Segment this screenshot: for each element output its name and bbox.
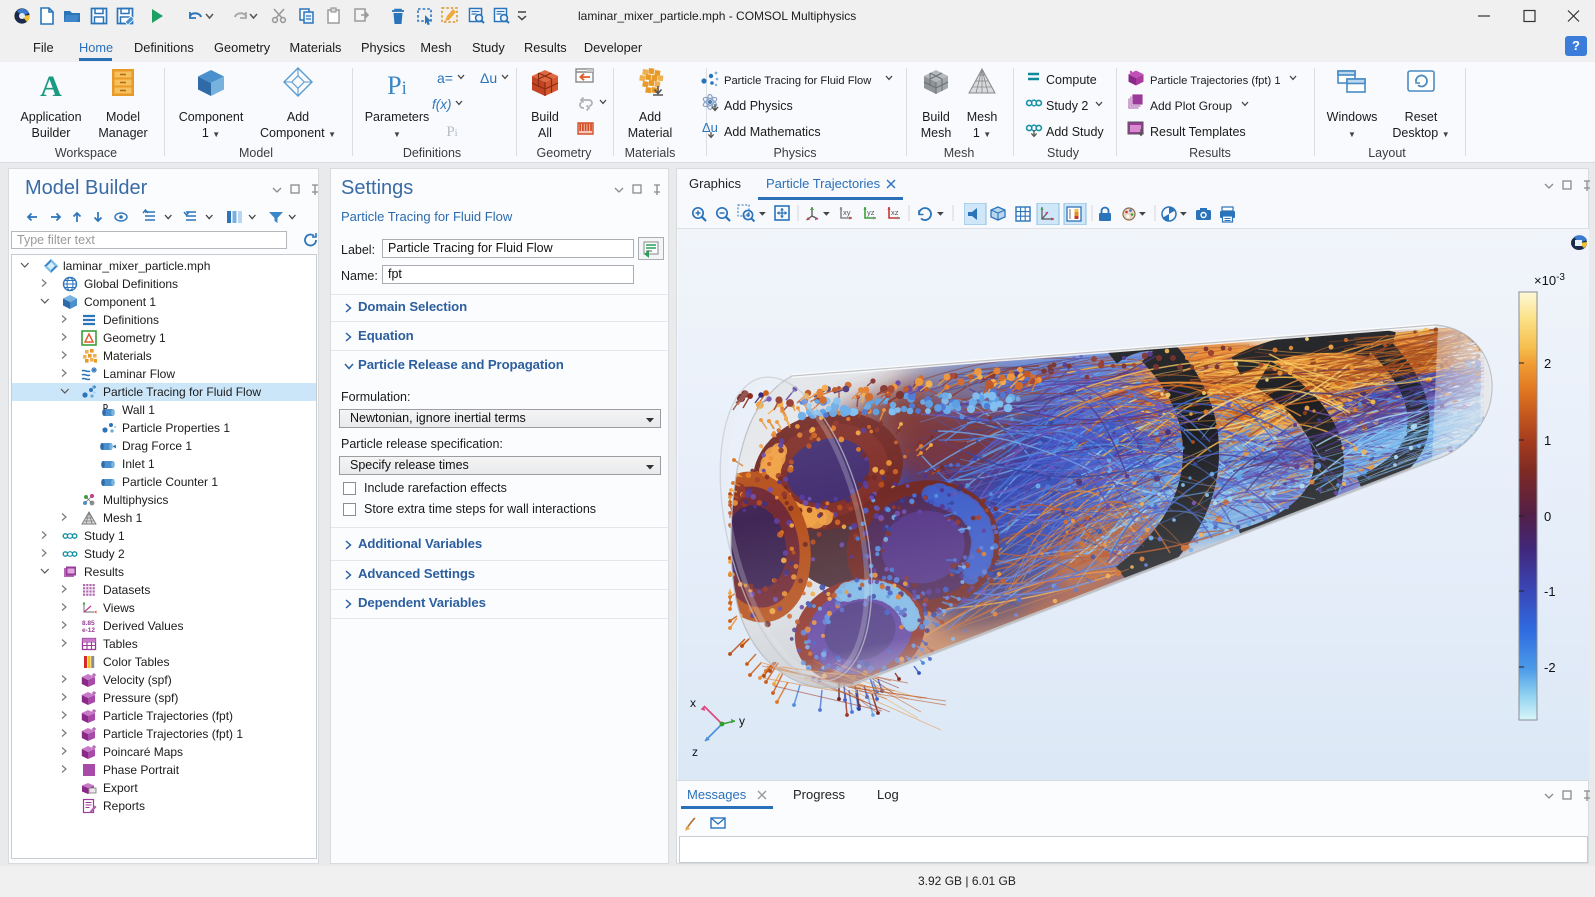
svg-text:2: 2	[1544, 356, 1551, 371]
svg-text:-2: -2	[1544, 660, 1556, 675]
svg-text:xy: xy	[843, 208, 851, 217]
svg-text:Particle Trajectories (fpt) 1: Particle Trajectories (fpt) 1	[1150, 75, 1281, 87]
svg-text:Δu: Δu	[702, 120, 718, 135]
svg-text:0: 0	[1544, 509, 1551, 524]
svg-text:Add Physics: Add Physics	[724, 99, 793, 113]
svg-text:x: x	[690, 696, 696, 710]
svg-text:Δu: Δu	[480, 70, 497, 86]
svg-text:xz: xz	[891, 208, 899, 217]
svg-text:Study 2: Study 2	[1046, 99, 1088, 113]
svg-text:8.85: 8.85	[82, 620, 95, 627]
svg-text:z: z	[692, 745, 698, 759]
svg-text:Add Mathematics: Add Mathematics	[724, 125, 821, 139]
svg-text:y: y	[739, 714, 745, 728]
svg-text:Add Plot Group: Add Plot Group	[1150, 99, 1232, 113]
svg-text:Add Study: Add Study	[1046, 125, 1104, 139]
svg-text:×10-3: ×10-3	[1534, 272, 1565, 288]
svg-text:a=: a=	[437, 70, 453, 86]
svg-text:f(x): f(x)	[432, 97, 452, 112]
svg-text:yz: yz	[867, 208, 875, 217]
svg-text:1: 1	[1544, 433, 1551, 448]
svg-text:e-12: e-12	[82, 627, 95, 634]
svg-text:Compute: Compute	[1046, 73, 1097, 87]
svg-text:Result Templates: Result Templates	[1150, 125, 1246, 139]
svg-text:Particle Tracing for Fluid Flo: Particle Tracing for Fluid Flow	[724, 75, 872, 87]
svg-text:Pi: Pi	[446, 124, 457, 140]
svg-text:-1: -1	[1544, 584, 1556, 599]
